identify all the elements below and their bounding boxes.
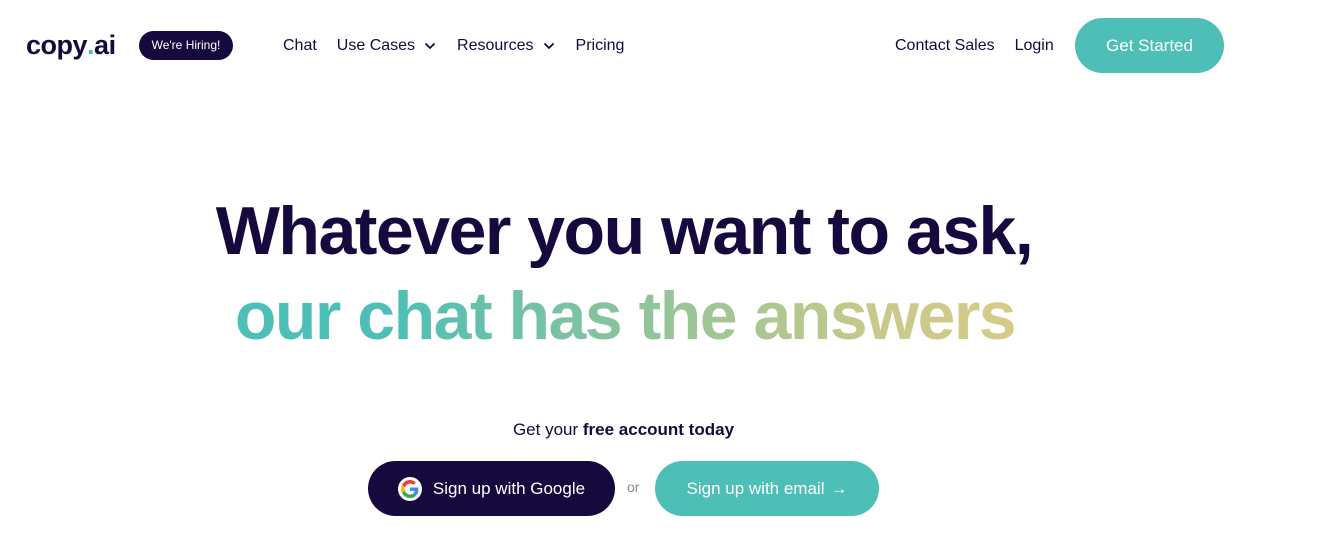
nav-login[interactable]: Login — [1015, 37, 1054, 55]
chevron-down-icon — [423, 39, 437, 53]
nav-pricing[interactable]: Pricing — [576, 37, 625, 55]
main-nav: Chat Use Cases Resources Pricing — [283, 34, 644, 58]
chevron-down-icon — [542, 39, 556, 53]
nav-use-cases[interactable]: Use Cases — [337, 37, 437, 55]
logo-text-main: copy — [26, 30, 88, 60]
or-separator: or — [627, 479, 640, 495]
copy-ai-logo[interactable]: copy. ai — [26, 28, 116, 62]
sign-up-email-button[interactable]: Sign up with email → — [655, 461, 879, 516]
google-button-label: Sign up with Google — [432, 478, 586, 498]
get-started-button[interactable]: Get Started — [1075, 18, 1224, 73]
hero-headline-line1: Whatever you want to ask, — [215, 193, 1034, 269]
hero-headline-line2: our chat has the answers — [175, 277, 1075, 355]
logo-text-suffix: ai — [94, 30, 116, 60]
subtitle-prefix: Get your — [512, 420, 583, 439]
subtitle-emphasis: free account today — [582, 420, 735, 439]
google-icon — [397, 476, 422, 501]
logo-dot: . — [87, 30, 95, 60]
nav-chat[interactable]: Chat — [283, 37, 317, 55]
nav-chat-label: Chat — [283, 37, 317, 54]
arrow-right-icon: → — [830, 478, 848, 498]
hero-subtitle: Get your free account today — [0, 420, 1247, 440]
nav-pricing-label: Pricing — [575, 37, 625, 54]
email-button-label: Sign up with email — [686, 478, 825, 498]
nav-contact-sales[interactable]: Contact Sales — [895, 37, 995, 55]
hiring-badge[interactable]: We're Hiring! — [139, 31, 233, 60]
nav-resources-label: Resources — [457, 37, 534, 54]
sign-up-google-button[interactable]: Sign up with Google — [368, 461, 615, 516]
nav-use-cases-label: Use Cases — [336, 37, 416, 54]
nav-resources[interactable]: Resources — [457, 37, 555, 55]
landing-page: copy. ai We're Hiring! Chat Use Cases Res… — [0, 0, 1318, 536]
account-nav: Contact Sales Login — [895, 34, 1074, 58]
